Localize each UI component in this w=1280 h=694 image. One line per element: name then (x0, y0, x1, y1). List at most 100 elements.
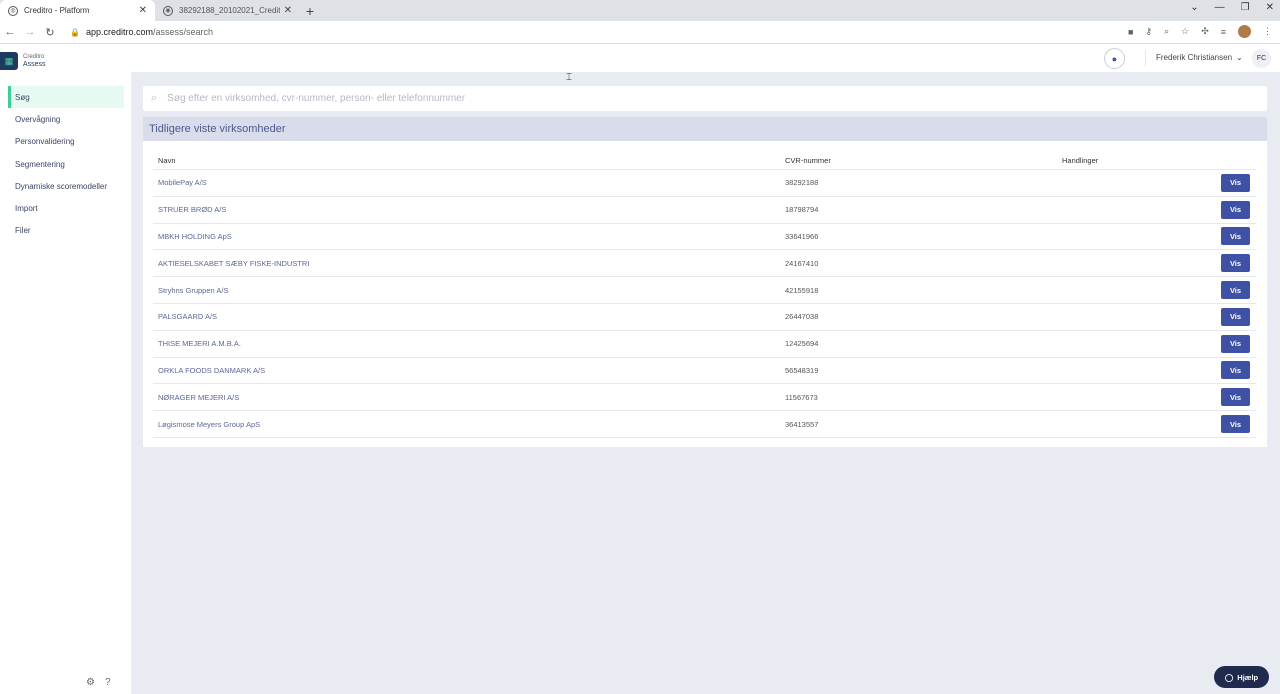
sidebar-footer: ⚙ ? (86, 677, 111, 688)
reading-list-icon[interactable]: ≡ (1221, 27, 1226, 37)
cvr-number: 42155918 (785, 285, 819, 295)
actions-cell: Vis (1062, 384, 1256, 410)
key-icon[interactable]: ⚷ (1145, 26, 1152, 37)
view-button[interactable]: Vis (1221, 415, 1250, 434)
sidebar-item-sog[interactable]: Søg (8, 86, 124, 109)
creditro-favicon-icon: ◎ (8, 5, 18, 16)
avatar[interactable]: FC (1252, 49, 1271, 68)
new-tab-button[interactable]: + (300, 0, 320, 21)
company-name-link[interactable]: ORKLA FOODS DANMARK A/S (153, 366, 785, 375)
view-button[interactable]: Vis (1221, 281, 1250, 300)
company-name-link[interactable]: AKTIESELSKABET SÆBY FISKE-INDUSTRI (153, 259, 785, 268)
lock-icon: 🔒 (70, 27, 80, 37)
logo-line2: Assess (23, 61, 46, 68)
reload-icon[interactable]: ↻ (40, 26, 60, 39)
company-name-link[interactable]: Stryhns Gruppen A/S (153, 286, 785, 295)
sidebar-item-overvagning[interactable]: Overvågning (8, 108, 124, 130)
help-button[interactable]: ◯ Hjælp (1214, 666, 1269, 688)
column-header-actions: Handlinger (1062, 155, 1099, 165)
search-input[interactable] (167, 93, 1068, 104)
company-name-link[interactable]: PALSGAARD A/S (153, 312, 785, 321)
apps-grid-icon: ▦ (0, 52, 18, 70)
tab-title: Creditro - Platform (24, 6, 90, 15)
recent-companies-panel: Tidligere viste virksomheder Navn CVR-nu… (143, 117, 1267, 447)
mouse-cursor-icon: ⌶ (566, 72, 572, 83)
url-path: /assess/search (153, 27, 214, 37)
zoom-icon[interactable]: ⌕ (1164, 26, 1169, 37)
browser-address-bar: ← → ↻ 🔒 app.creditro.com/assess/search ■… (0, 21, 1280, 44)
chevron-down-icon: ⌄ (1236, 53, 1243, 62)
minimize-icon[interactable]: — (1215, 2, 1225, 13)
puzzle-icon[interactable]: ✣ (1201, 26, 1209, 37)
cvr-number: 26447038 (785, 312, 819, 322)
actions-cell: Vis (1062, 224, 1256, 250)
restore-icon[interactable]: ❐ (1241, 2, 1250, 13)
logo-text: Creditro Assess (23, 53, 46, 69)
sidebar-item-segmentering[interactable]: Segmentering (8, 153, 124, 175)
table-row: ORKLA FOODS DANMARK A/S 56548319 Vis (153, 358, 1256, 385)
view-button[interactable]: Vis (1221, 227, 1250, 246)
company-name-link[interactable]: Løgismose Meyers Group ApS (153, 420, 785, 429)
sidebar-item-import[interactable]: Import (8, 197, 124, 219)
sidebar-item-personvalidering[interactable]: Personvalidering (8, 131, 124, 153)
url-host: app.creditro.com (85, 27, 153, 37)
window-close-icon[interactable]: ✕ (1266, 2, 1274, 13)
table-row: Stryhns Gruppen A/S 42155918 Vis (153, 277, 1256, 304)
cvr-number: 56548319 (785, 365, 819, 375)
more-icon[interactable]: ⋮ (1263, 26, 1272, 37)
url-field[interactable]: 🔒 app.creditro.com/assess/search (70, 27, 213, 37)
company-name-link[interactable]: NØRAGER MEJERI A/S (153, 393, 785, 402)
view-button[interactable]: Vis (1221, 361, 1250, 380)
table-header: Navn CVR-nummer Handlinger (153, 151, 1256, 170)
table-row: THISE MEJERI A.M.B.A. 12425694 Vis (153, 331, 1256, 358)
actions-cell: Vis (1062, 358, 1256, 384)
view-button[interactable]: Vis (1221, 388, 1250, 407)
back-icon[interactable]: ← (0, 26, 20, 38)
globe-icon: ◉ (163, 5, 173, 16)
view-button[interactable]: Vis (1221, 200, 1250, 219)
forward-icon[interactable]: → (20, 26, 40, 38)
sidebar-item-scoremodeller[interactable]: Dynamiske scoremodeller (8, 175, 124, 197)
table-row: NØRAGER MEJERI A/S 11567673 Vis (153, 384, 1256, 412)
cvr-number: 11567673 (785, 392, 818, 402)
camera-icon[interactable]: ■ (1128, 27, 1133, 37)
actions-cell: Vis (1062, 170, 1256, 196)
user-menu[interactable]: Frederik Christiansen ⌄ (1156, 53, 1243, 62)
table-row: Løgismose Meyers Group ApS 36413557 Vis (153, 411, 1256, 438)
view-button[interactable]: Vis (1221, 334, 1250, 353)
browser-extensions: ■ ⚷ ⌕ ☆ ✣ ≡ ⋮ (1128, 25, 1272, 38)
browser-tab-bar: ◎ Creditro - Platform ✕ ◉ 38292188_20102… (0, 0, 1280, 21)
view-button[interactable]: Vis (1221, 254, 1250, 273)
gear-icon[interactable]: ⚙ (86, 677, 95, 688)
help-circle-icon[interactable]: ? (105, 677, 111, 688)
close-icon[interactable]: ✕ (284, 5, 292, 16)
bell-icon[interactable]: ● (1104, 48, 1125, 69)
star-icon[interactable]: ☆ (1181, 26, 1189, 37)
panel-title: Tidligere viste virksomheder (143, 117, 1267, 141)
search-bar: ⌕ (143, 86, 1267, 111)
cvr-number: 24167410 (785, 258, 819, 268)
logo[interactable]: ▦ Creditro Assess (0, 52, 46, 70)
cvr-number: 36413557 (785, 419, 819, 429)
company-name-link[interactable]: MBKH HOLDING ApS (153, 232, 785, 241)
cvr-number: 12425694 (785, 339, 819, 349)
tab-title: 38292188_20102021_Creditroraport (179, 6, 280, 15)
column-header-cvr: CVR-nummer (785, 155, 831, 165)
browser-tab-active[interactable]: ◎ Creditro - Platform ✕ (0, 0, 155, 21)
table-row: STRUER BRØD A/S 18798794 Vis (153, 197, 1256, 224)
sidebar-item-filer[interactable]: Filer (8, 220, 124, 242)
divider (1145, 50, 1146, 66)
help-label: Hjælp (1237, 672, 1259, 682)
view-button[interactable]: Vis (1221, 173, 1250, 192)
browser-tab-inactive[interactable]: ◉ 38292188_20102021_Creditroraport ✕ (155, 0, 300, 21)
profile-avatar[interactable] (1238, 25, 1251, 38)
user-name: Frederik Christiansen (1156, 53, 1233, 62)
company-name-link[interactable]: MobilePay A/S (153, 178, 785, 187)
close-icon[interactable]: ✕ (139, 5, 147, 16)
company-name-link[interactable]: THISE MEJERI A.M.B.A. (153, 339, 785, 348)
view-button[interactable]: Vis (1221, 307, 1250, 326)
sidebar: ▦ Creditro Assess Søg Overvågning Person… (0, 44, 131, 694)
company-name-link[interactable]: STRUER BRØD A/S (153, 205, 785, 214)
tab-search-icon[interactable]: ⌄ (1190, 2, 1198, 13)
top-bar: ● Frederik Christiansen ⌄ FC (131, 44, 1280, 72)
